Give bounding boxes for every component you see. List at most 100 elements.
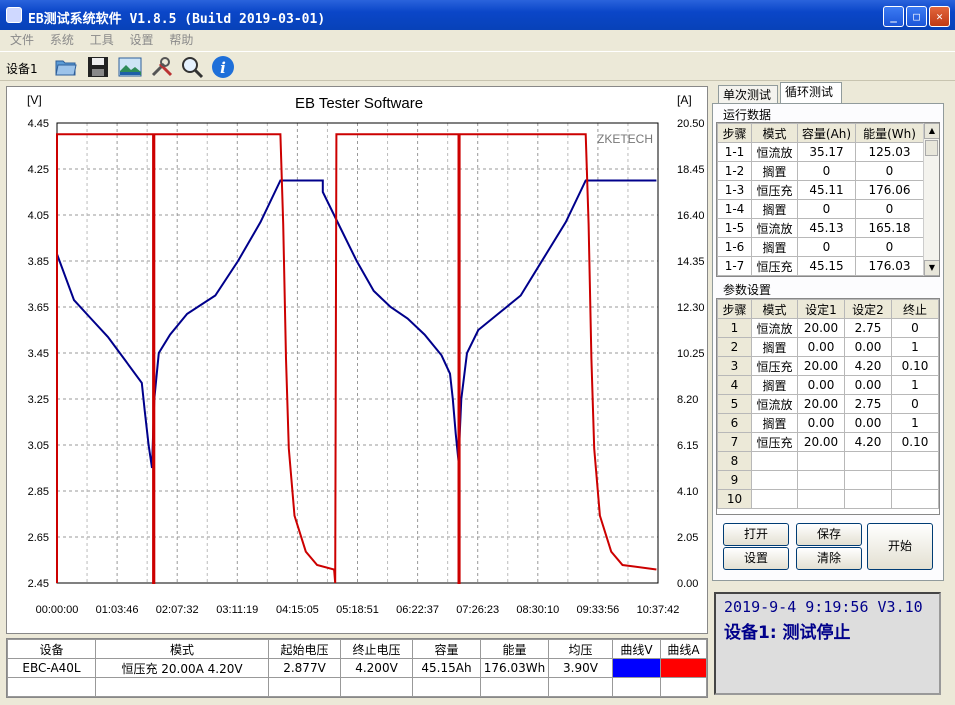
param-cell[interactable]: 1 (891, 337, 939, 357)
magnifier-icon[interactable] (180, 55, 204, 79)
param-cell[interactable]: 5 (717, 394, 752, 414)
param-cell[interactable]: 0.00 (844, 413, 892, 433)
device-label[interactable]: 设备1 (6, 60, 38, 77)
table-row[interactable]: 9 (717, 470, 939, 490)
param-cell[interactable]: 0.10 (891, 432, 939, 452)
param-cell[interactable]: 4.20 (844, 356, 892, 376)
save-disk-icon[interactable] (86, 55, 110, 79)
param-cell[interactable]: 2.75 (844, 318, 892, 338)
param-cell[interactable]: 0 (891, 318, 939, 338)
param-cell[interactable] (751, 489, 798, 509)
start-button[interactable]: 开始 (867, 523, 933, 570)
menu-system[interactable]: 系统 (50, 30, 74, 50)
param-cell[interactable]: 0 (891, 394, 939, 414)
param-cell[interactable] (751, 451, 798, 471)
param-cell[interactable] (891, 451, 939, 471)
param-cell[interactable]: 0.00 (797, 413, 845, 433)
run-cell: 165.18 (855, 218, 924, 238)
param-cell[interactable]: 4.20 (844, 432, 892, 452)
menu-settings[interactable]: 设置 (130, 30, 154, 50)
scroll-up-icon[interactable]: ▲ (924, 123, 939, 139)
table-row[interactable]: 1-4 搁置 0 0 (717, 199, 924, 219)
menu-help[interactable]: 帮助 (169, 30, 193, 50)
minimize-button[interactable]: _ (883, 6, 904, 27)
param-cell[interactable]: 3 (717, 356, 752, 376)
table-row[interactable]: 1-1 恒流放 35.17 125.03 (717, 142, 924, 162)
table-row[interactable]: 2 搁置 0.00 0.00 1 (717, 337, 939, 357)
param-cell[interactable] (797, 451, 845, 471)
menu-tools[interactable]: 工具 (90, 30, 114, 50)
param-cell[interactable]: 0.00 (797, 375, 845, 395)
table-row[interactable]: 1-2 搁置 0 0 (717, 161, 924, 181)
param-cell[interactable]: 0.00 (797, 337, 845, 357)
tab-single-test[interactable]: 单次测试 (718, 85, 778, 104)
tools-icon[interactable] (150, 55, 174, 79)
param-cell[interactable] (797, 470, 845, 490)
tab-cycle-test[interactable]: 循环测试 (780, 82, 842, 104)
table-row[interactable]: 5 恒流放 20.00 2.75 0 (717, 394, 939, 414)
run-data-scrollbar[interactable]: ▲ ▼ (923, 123, 939, 276)
param-cell[interactable]: 4 (717, 375, 752, 395)
open-button[interactable]: 打开 (723, 523, 789, 546)
param-cell[interactable]: 搁置 (751, 375, 798, 395)
param-cell[interactable]: 2.75 (844, 394, 892, 414)
clear-button[interactable]: 清除 (796, 547, 862, 570)
cell-avg-voltage: 3.90V (548, 658, 613, 678)
param-cell[interactable] (797, 489, 845, 509)
curve-a-color-swatch[interactable] (660, 658, 707, 678)
param-cell[interactable]: 20.00 (797, 318, 845, 338)
table-row[interactable]: 4 搁置 0.00 0.00 1 (717, 375, 939, 395)
param-cell[interactable]: 10 (717, 489, 752, 509)
param-cell[interactable]: 1 (717, 318, 752, 338)
param-cell[interactable]: 恒流放 (751, 318, 798, 338)
run-data-grid[interactable]: 步骤 模式 容量(Ah) 能量(Wh) 1-1 恒流放 35.17 125.03 1-2… (716, 122, 940, 277)
settings-button[interactable]: 设置 (723, 547, 789, 570)
table-row[interactable]: 10 (717, 489, 939, 509)
param-cell[interactable] (751, 470, 798, 490)
menu-file[interactable]: 文件 (10, 30, 34, 50)
table-row[interactable]: 7 恒压充 20.00 4.20 0.10 (717, 432, 939, 452)
table-row[interactable]: 8 (717, 451, 939, 471)
table-row[interactable]: 1-3 恒压充 45.11 176.06 (717, 180, 924, 200)
param-cell[interactable]: 9 (717, 470, 752, 490)
table-row[interactable]: 3 恒压充 20.00 4.20 0.10 (717, 356, 939, 376)
info-icon[interactable]: i (211, 55, 235, 79)
param-cell[interactable]: 0.00 (844, 337, 892, 357)
param-cell[interactable] (844, 489, 892, 509)
param-cell[interactable]: 恒压充 (751, 356, 798, 376)
close-button[interactable]: ✕ (929, 6, 950, 27)
param-cell[interactable] (844, 451, 892, 471)
param-cell[interactable]: 2 (717, 337, 752, 357)
table-row[interactable]: 1-6 搁置 0 0 (717, 237, 924, 257)
param-cell[interactable] (844, 470, 892, 490)
param-cell[interactable]: 1 (891, 375, 939, 395)
param-cell[interactable]: 7 (717, 432, 752, 452)
param-cell[interactable]: 0.00 (844, 375, 892, 395)
param-cell[interactable]: 6 (717, 413, 752, 433)
table-row[interactable]: 1 恒流放 20.00 2.75 0 (717, 318, 939, 338)
params-grid[interactable]: 步骤 模式 设定1 设定2 终止 1 恒流放 20.00 2.75 0 2 搁置 0.00 0.… (716, 298, 940, 515)
save-button[interactable]: 保存 (796, 523, 862, 546)
param-cell[interactable] (891, 470, 939, 490)
param-cell[interactable]: 恒流放 (751, 394, 798, 414)
param-cell[interactable] (891, 489, 939, 509)
param-cell[interactable]: 搁置 (751, 413, 798, 433)
param-cell[interactable]: 恒压充 (751, 432, 798, 452)
scroll-thumb[interactable] (925, 140, 938, 156)
table-row[interactable]: 6 搁置 0.00 0.00 1 (717, 413, 939, 433)
param-cell[interactable]: 20.00 (797, 432, 845, 452)
table-row[interactable]: 1-7 恒压充 45.15 176.03 (717, 256, 924, 276)
param-cell[interactable]: 搁置 (751, 337, 798, 357)
param-cell[interactable]: 20.00 (797, 356, 845, 376)
table-row[interactable]: EBC-A40L 恒压充 20.00A 4.20V 2.877V 4.200V … (7, 658, 707, 678)
scroll-down-icon[interactable]: ▼ (924, 260, 939, 276)
param-cell[interactable]: 8 (717, 451, 752, 471)
curve-v-color-swatch[interactable] (612, 658, 661, 678)
param-cell[interactable]: 20.00 (797, 394, 845, 414)
param-cell[interactable]: 0.10 (891, 356, 939, 376)
table-row[interactable]: 1-5 恒流放 45.13 165.18 (717, 218, 924, 238)
open-folder-icon[interactable] (54, 55, 78, 79)
param-cell[interactable]: 1 (891, 413, 939, 433)
image-icon[interactable] (118, 55, 142, 79)
maximize-button[interactable]: □ (906, 6, 927, 27)
